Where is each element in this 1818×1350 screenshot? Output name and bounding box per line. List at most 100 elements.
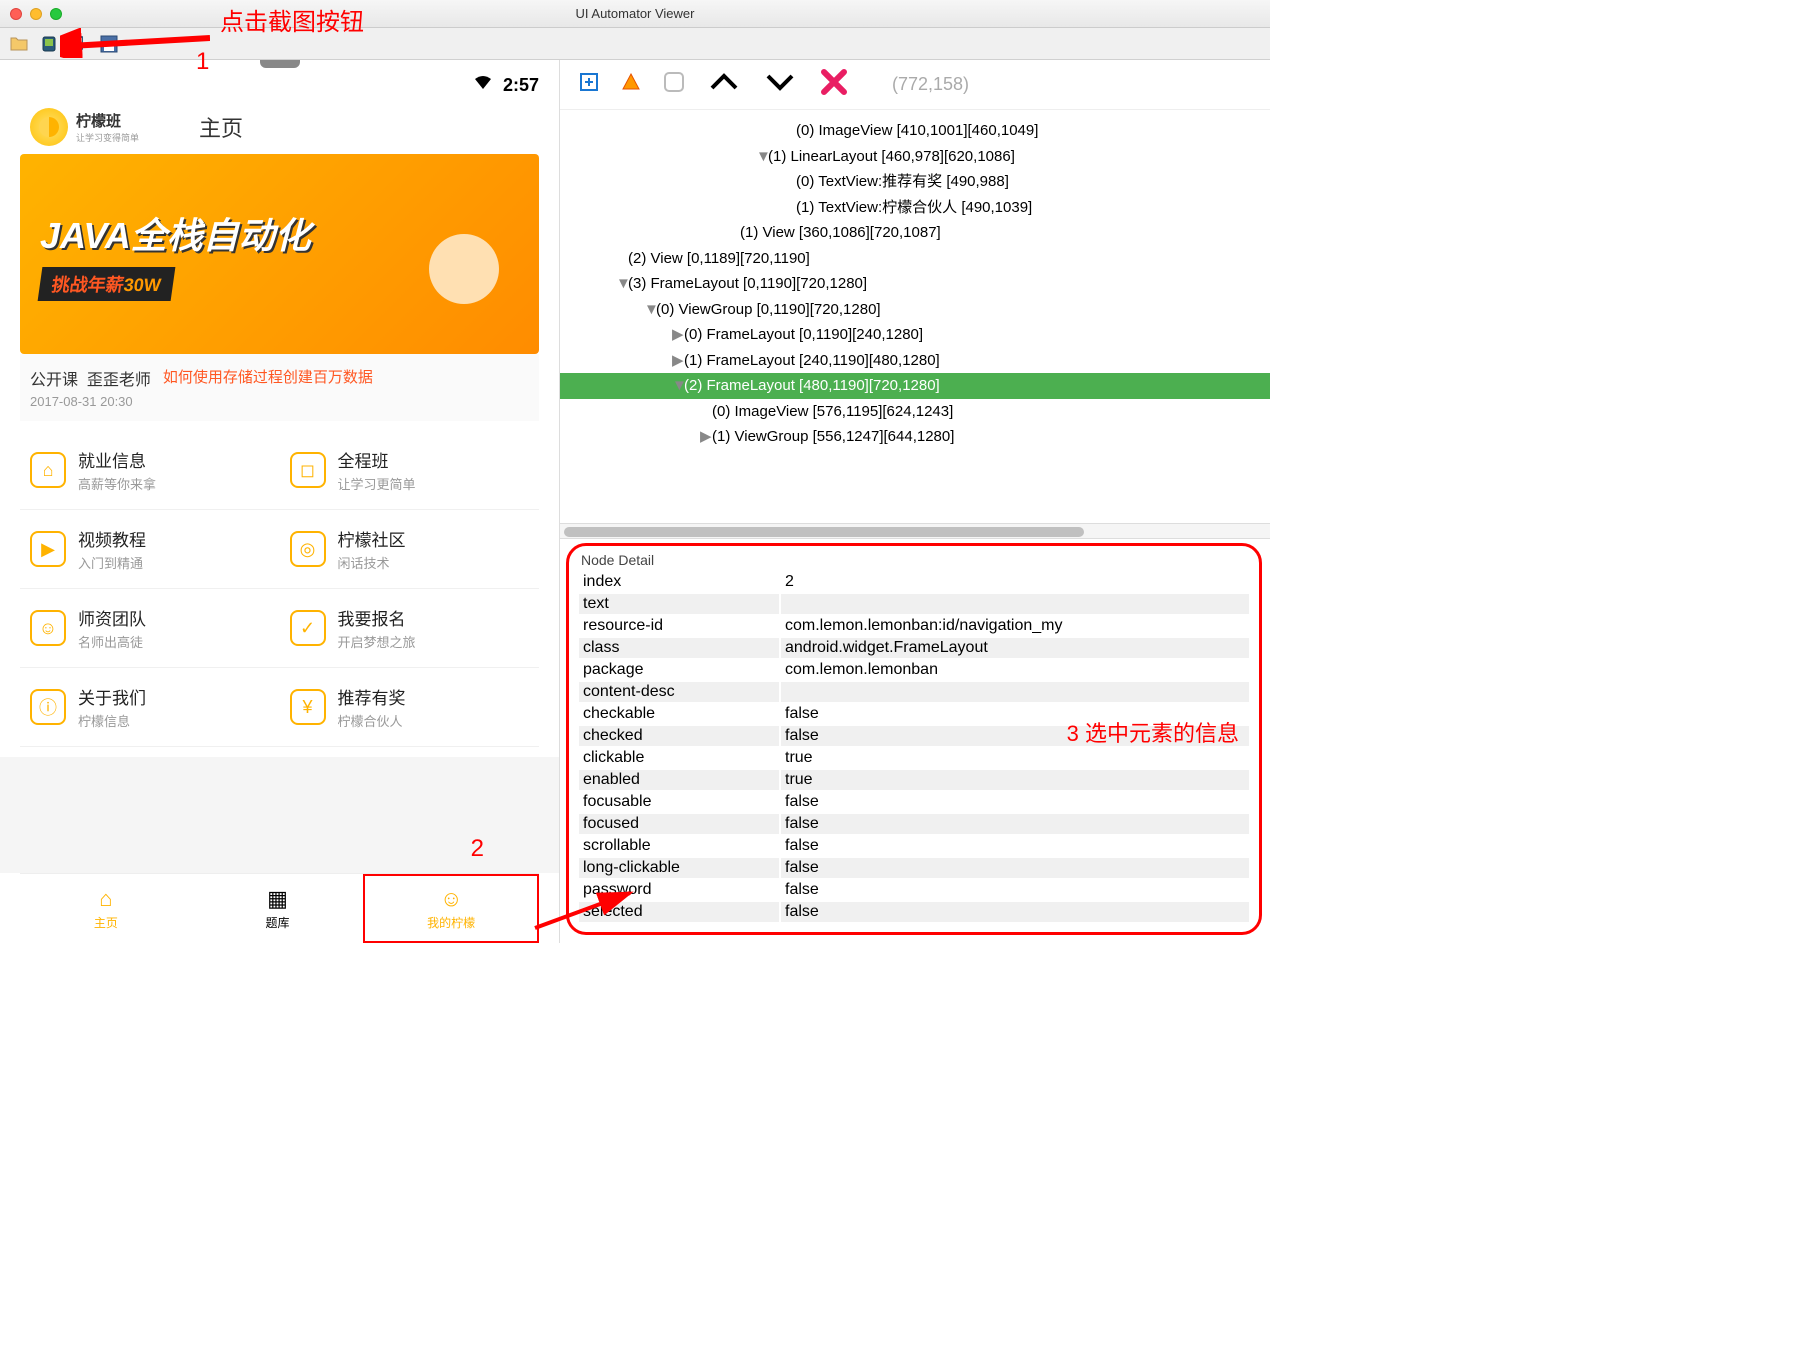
bottom-tab[interactable]: ☺ 我的柠檬 [363, 874, 539, 943]
node-detail-value: false [781, 792, 1249, 812]
feature-subtitle: 名师出高徒 [78, 632, 146, 651]
annotation-1-number: 1 [196, 48, 209, 76]
node-detail-key: focused [579, 814, 779, 834]
device-preview-pane: 2:57 柠檬班 让学习变得简单 主页 JAVA全栈自动化 挑战年薪30W 公开… [0, 60, 560, 943]
app-logo-subtitle: 让学习变得简单 [76, 131, 139, 144]
feature-icon: ⓘ [30, 689, 66, 725]
minimize-icon[interactable] [30, 8, 42, 20]
up-arrow-icon[interactable] [708, 72, 740, 97]
annotation-3-text: 3 选中元素的信息 [1067, 716, 1239, 748]
feature-title: 关于我们 [78, 684, 146, 709]
feature-subtitle: 柠檬信息 [78, 711, 146, 730]
tree-node[interactable]: ▼(0) ViewGroup [0,1190][720,1280] [560, 297, 1270, 323]
tree-node[interactable]: ▶(1) ViewGroup [556,1247][644,1280] [560, 424, 1270, 450]
app-logo-icon [30, 108, 68, 146]
tree-node[interactable]: (0) ImageView [576,1195][624,1243] [560, 399, 1270, 425]
tab-icon: ▦ [267, 886, 288, 912]
course-info-row[interactable]: 公开课 歪歪老师 2017-08-31 20:30 如何使用存储过程创建百万数据 [20, 354, 539, 421]
tree-node[interactable]: ▼(2) FrameLayout [480,1190][720,1280] [560, 373, 1270, 399]
node-detail-key: content-desc [579, 682, 779, 702]
feature-title: 就业信息 [78, 447, 156, 472]
node-detail-key: checked [579, 726, 779, 746]
node-detail-key: package [579, 660, 779, 680]
expand-icon[interactable] [580, 73, 598, 96]
node-detail-key: index [579, 572, 779, 592]
node-detail-row: index2 [579, 572, 1249, 592]
close-x-icon[interactable] [820, 68, 848, 101]
down-arrow-icon[interactable] [764, 72, 796, 97]
maximize-icon[interactable] [50, 8, 62, 20]
checkbox[interactable] [664, 72, 684, 97]
traffic-lights [10, 8, 62, 20]
feature-cell[interactable]: ▶ 视频教程 入门到精通 [20, 510, 280, 588]
feature-title: 柠檬社区 [338, 526, 406, 551]
bottom-tab[interactable]: ▦ 题库 [192, 874, 364, 943]
node-detail-row: text [579, 594, 1249, 614]
tree-node[interactable]: ▶(1) FrameLayout [240,1190][480,1280] [560, 348, 1270, 374]
tab-label: 主页 [94, 914, 118, 931]
course-title: 如何使用存储过程创建百万数据 [163, 366, 529, 409]
page-title: 主页 [199, 111, 243, 143]
phone-speaker-icon [260, 60, 300, 68]
feature-subtitle: 开启梦想之旅 [338, 632, 416, 651]
tree-node[interactable]: ▼(1) LinearLayout [460,978][620,1086] [560, 144, 1270, 170]
tree-node[interactable]: (2) View [0,1189][720,1190] [560, 246, 1270, 272]
hierarchy-tree[interactable]: (0) ImageView [410,1001][460,1049]▼(1) L… [560, 110, 1270, 523]
tree-node[interactable]: (1) View [360,1086][720,1087] [560, 220, 1270, 246]
titlebar: UI Automator Viewer [0, 0, 1270, 28]
node-detail-value: true [781, 748, 1249, 768]
coordinates: (772,158) [892, 74, 969, 95]
app-header: 柠檬班 让学习变得简单 主页 [0, 100, 559, 154]
feature-icon: ¥ [290, 689, 326, 725]
node-detail-key: clickable [579, 748, 779, 768]
warning-icon[interactable] [622, 73, 640, 96]
feature-icon: ◎ [290, 531, 326, 567]
annotation-2-arrow-icon [530, 883, 640, 933]
node-detail-key: enabled [579, 770, 779, 790]
tab-icon: ☺ [440, 886, 462, 912]
annotation-1-text: 点击截图按钮 [220, 2, 364, 37]
feature-cell[interactable]: ⓘ 关于我们 柠檬信息 [20, 668, 280, 746]
node-detail-value: false [781, 902, 1249, 922]
screenshot-button[interactable] [38, 33, 60, 55]
node-detail-value: true [781, 770, 1249, 790]
feature-cell[interactable]: ✓ 我要报名 开启梦想之旅 [280, 589, 540, 667]
node-detail-value [781, 682, 1249, 702]
feature-title: 全程班 [338, 447, 416, 472]
node-detail-row: scrollablefalse [579, 836, 1249, 856]
promo-banner[interactable]: JAVA全栈自动化 挑战年薪30W [20, 154, 539, 354]
node-detail-key: scrollable [579, 836, 779, 856]
window-title: UI Automator Viewer [576, 6, 695, 21]
tree-node[interactable]: ▶(0) FrameLayout [0,1190][240,1280] [560, 322, 1270, 348]
close-icon[interactable] [10, 8, 22, 20]
feature-cell[interactable]: ◎ 柠檬社区 闲话技术 [280, 510, 540, 588]
annotation-2-number: 2 [471, 835, 484, 863]
tree-node[interactable]: (1) TextView:柠檬合伙人 [490,1039] [560, 195, 1270, 221]
node-detail-value: com.lemon.lemonban:id/navigation_my [781, 616, 1249, 636]
feature-grid: ⌂ 就业信息 高薪等你来拿◻ 全程班 让学习更简单▶ 视频教程 入门到精通◎ 柠… [0, 421, 559, 757]
node-detail-row: clickabletrue [579, 748, 1249, 768]
horizontal-scrollbar[interactable] [560, 523, 1270, 539]
node-detail-value: 2 [781, 572, 1249, 592]
feature-title: 我要报名 [338, 605, 416, 630]
node-detail-key: long-clickable [579, 858, 779, 878]
feature-icon: ✓ [290, 610, 326, 646]
inspector-pane: (772,158) (0) ImageView [410,1001][460,1… [560, 60, 1270, 943]
feature-cell[interactable]: ◻ 全程班 让学习更简单 [280, 431, 540, 509]
banner-cartoon-icon [399, 224, 519, 344]
feature-cell[interactable]: ⌂ 就业信息 高薪等你来拿 [20, 431, 280, 509]
tree-node[interactable]: ▼(3) FrameLayout [0,1190][720,1280] [560, 271, 1270, 297]
open-folder-button[interactable] [8, 33, 30, 55]
node-detail-row: packagecom.lemon.lemonban [579, 660, 1249, 680]
tree-node[interactable]: (0) ImageView [410,1001][460,1049] [560, 118, 1270, 144]
node-detail-row: enabledtrue [579, 770, 1249, 790]
node-detail-title: Node Detail [577, 550, 1251, 570]
feature-cell[interactable]: ¥ 推荐有奖 柠檬合伙人 [280, 668, 540, 746]
tab-label: 我的柠檬 [427, 914, 475, 931]
feature-cell[interactable]: ☺ 师资团队 名师出高徒 [20, 589, 280, 667]
bottom-tab[interactable]: ⌂ 主页 [20, 874, 192, 943]
node-detail-row: selectedfalse [579, 902, 1249, 922]
tree-node[interactable]: (0) TextView:推荐有奖 [490,988] [560, 169, 1270, 195]
wifi-icon [473, 75, 493, 96]
node-detail-row: focusedfalse [579, 814, 1249, 834]
